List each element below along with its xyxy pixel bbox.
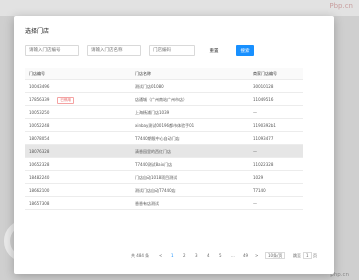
store-name-cell: 门店自动1018项目测试 (135, 175, 178, 180)
pagination-prev-button[interactable]: < (159, 251, 162, 261)
store-name-input[interactable] (87, 45, 141, 56)
store-code-text: 18662100 (29, 188, 50, 193)
store-table: 门店编号 门店名称 商家门店编号 10043496 测试门店01080 300101… (25, 68, 303, 210)
store-name-cell: 上海杨浦门店1039 (135, 110, 170, 115)
store-code-text: 17856339 (29, 97, 50, 102)
store-code-text: 10053250 (29, 110, 50, 115)
table-row[interactable]: 10043496 测试门店01080 30010128 (25, 80, 303, 93)
store-code-text: 18078054 (29, 136, 50, 141)
store-code-text: 18657308 (29, 201, 50, 206)
store-third-input[interactable] (149, 45, 195, 56)
store-code-text: 18076328 (29, 149, 50, 154)
merchant-code-cell: 30010128 (253, 84, 274, 89)
pagination-page-3[interactable]: 3 (195, 251, 198, 261)
store-code-text: 18482240 (29, 175, 50, 180)
column-header-store-code: 门店编号 (29, 71, 45, 76)
merchant-code-cell: 1029 (253, 175, 264, 180)
pagination-page-4[interactable]: 4 (207, 251, 210, 261)
store-code-cell: 18076328 (29, 145, 129, 158)
jump-page-suffix: 页 (313, 253, 317, 258)
column-header-merchant-code: 商家门店编号 (253, 71, 277, 76)
pagination: 共 484 条 < 1 2 3 4 5 ... 49 > 10条/页 跳至 1 … (131, 251, 321, 261)
column-header-store-name: 门店名称 (135, 71, 151, 76)
store-name-cell: T7440期限中心自动门店 (135, 136, 180, 141)
store-code-cell: 10652328 (29, 158, 129, 171)
store-code-input[interactable] (25, 45, 79, 56)
store-name-cell: 清香园里的西红门店 (135, 149, 171, 154)
dialog-title: 选择门店 (25, 28, 50, 35)
merchant-code-cell: 1190392b1 (253, 123, 276, 128)
merchant-code-cell: — (253, 149, 257, 154)
table-row[interactable]: 18662100 测试门店自动T7440店 T7140 (25, 184, 303, 197)
store-code-text: 10043496 (29, 84, 50, 89)
store-name-cell: 店通城（广州南站广州市店） (135, 97, 187, 102)
select-store-dialog: 选择门店 重置 搜索 门店编号 门店名称 商家门店编号 10043496 测试门店… (14, 16, 334, 274)
merchant-code-cell: T7140 (253, 188, 266, 193)
pagination-page-2[interactable]: 2 (183, 251, 186, 261)
table-row[interactable]: 18482240 门店自动1018项目测试 1029 (25, 171, 303, 184)
pagination-page-1[interactable]: 1 (171, 251, 174, 261)
table-header: 门店编号 门店名称 商家门店编号 (25, 68, 303, 80)
store-code-cell: 18662100 (29, 184, 129, 197)
background-header (0, 0, 359, 16)
store-code-cell: 10053250 (29, 106, 129, 119)
store-code-cell: 18078054 (29, 132, 129, 145)
pagination-total: 共 484 条 (131, 253, 150, 258)
status-badge: 已停用 (57, 96, 74, 104)
store-code-cell: 18482240 (29, 171, 129, 184)
store-name-cell: 测试门店01080 (135, 84, 164, 89)
table-row[interactable]: 18657308 香香有店测试 — (25, 197, 303, 210)
store-name-cell: 测试门店自动T7440店 (135, 188, 176, 193)
store-name-cell: T7440测试8aix门店 (135, 162, 173, 167)
table-row[interactable]: 10052248 xinbay测试00196都市体验手01 1190392b1 (25, 119, 303, 132)
reset-button[interactable]: 重置 (205, 45, 223, 56)
pagination-next-button[interactable]: > (255, 251, 258, 261)
table-row[interactable]: 18076328 清香园里的西红门店 — (25, 145, 303, 158)
store-name-cell: 香香有店测试 (135, 201, 159, 206)
table-row[interactable]: 17856339 已停用 店通城（广州南站广州市店） 11049516 (25, 93, 303, 106)
store-code-cell: 10052248 (29, 119, 129, 132)
merchant-code-cell: 11093477 (253, 136, 274, 141)
pagination-page-last[interactable]: 49 (243, 251, 248, 261)
pagination-page-5[interactable]: 5 (219, 251, 222, 261)
search-button[interactable]: 搜索 (236, 45, 254, 56)
table-row[interactable]: 10652328 T7440测试8aix门店 11022328 (25, 158, 303, 171)
jump-label: 跳至 (293, 253, 301, 258)
table-row[interactable]: 10053250 上海杨浦门店1039 — (25, 106, 303, 119)
store-name-cell: xinbay测试00196都市体验手01 (135, 123, 195, 128)
merchant-code-cell: — (253, 201, 257, 206)
table-row[interactable]: 18078054 T7440期限中心自动门店 11093477 (25, 132, 303, 145)
store-code-cell: 10043496 (29, 80, 129, 93)
store-code-cell: 17856339 已停用 (29, 93, 129, 106)
merchant-code-cell: — (253, 110, 257, 115)
page-size-select[interactable]: 10条/页 (265, 252, 286, 259)
pagination-ellipsis[interactable]: ... (231, 251, 235, 261)
background-watermark-text: Pbp.cn (329, 2, 353, 10)
merchant-code-cell: 11022328 (253, 162, 274, 167)
jump-page-input[interactable]: 1 (303, 252, 312, 259)
store-code-text: 10052248 (29, 123, 50, 128)
merchant-code-cell: 11049516 (253, 97, 274, 102)
store-code-cell: 18657308 (29, 197, 129, 210)
store-code-text: 10652328 (29, 162, 50, 167)
